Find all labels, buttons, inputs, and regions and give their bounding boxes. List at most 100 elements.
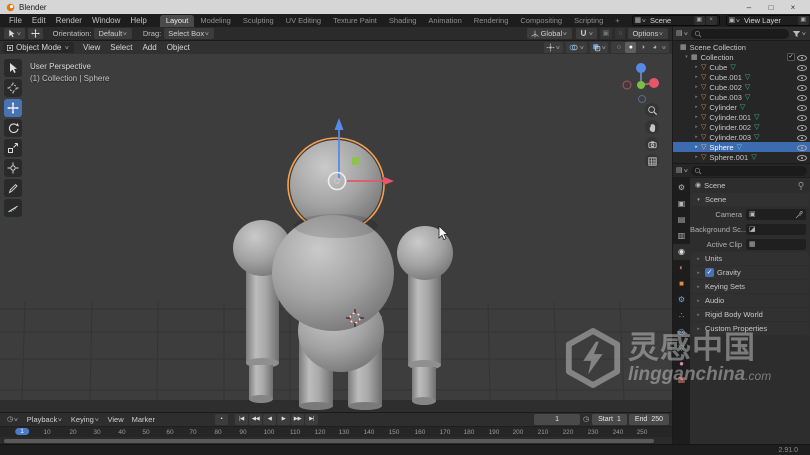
proportional-edit-button[interactable]: ○ [615, 28, 626, 39]
pin-icon[interactable] [797, 181, 805, 191]
outliner-row-cylinder[interactable]: ▸ ▽ Cylinder ▽ [673, 102, 810, 112]
properties-tab-texture[interactable]: ▦ [673, 372, 690, 388]
workspace-tab-modeling[interactable]: Modeling [194, 15, 236, 27]
outliner-row-cylinder-002[interactable]: ▸ ▽ Cylinder.002 ▽ [673, 122, 810, 132]
properties-tab-physics[interactable]: ◎ [673, 324, 690, 340]
jump-to-start-button[interactable]: |◀ [234, 414, 248, 425]
collection-checkbox[interactable]: ✓ [787, 53, 795, 61]
disclosure-triangle-icon[interactable]: ▸ [693, 134, 700, 140]
properties-tab-tool[interactable]: ⚙ [673, 180, 690, 196]
move-tool-button[interactable] [27, 28, 43, 39]
axis-z-handle[interactable] [636, 63, 646, 73]
tool-cursor[interactable] [4, 79, 22, 97]
wireframe-shading-button[interactable]: ○ [613, 42, 624, 53]
scrollbar-thumb[interactable] [4, 438, 654, 443]
close-button[interactable]: × [782, 3, 804, 12]
panel-audio[interactable]: ▸ Audio [691, 294, 809, 307]
tool-scale[interactable] [4, 139, 22, 157]
outliner-search-input[interactable] [691, 28, 790, 39]
properties-tab-scene[interactable]: ◉ [673, 244, 690, 260]
outliner-row-collection[interactable]: ▾ ▦ Collection ✓ [673, 52, 810, 62]
outliner-display-mode-button[interactable]: ▤ ∨ [676, 30, 688, 37]
disclosure-triangle-icon[interactable]: ▸ [693, 94, 700, 100]
outliner-row-cylinder-001[interactable]: ▸ ▽ Cylinder.001 ▽ [673, 112, 810, 122]
properties-tab-render[interactable]: ▣ [673, 196, 690, 212]
workspace-tab-animation[interactable]: Animation [422, 15, 467, 27]
camera-view-button[interactable] [645, 137, 659, 151]
menu-render[interactable]: Render [51, 16, 87, 25]
tool-measure[interactable] [4, 199, 22, 217]
gizmos-toggle-button[interactable]: ∨ [544, 42, 563, 53]
xray-toggle-button[interactable]: ∨ [589, 42, 609, 53]
navigation-gizmo[interactable] [620, 58, 662, 104]
workspace-tab-uv-editing[interactable]: UV Editing [280, 15, 327, 27]
editor-type-icon[interactable]: ▤ [676, 167, 683, 174]
outliner-row-cylinder-003[interactable]: ▸ ▽ Cylinder.003 ▽ [673, 132, 810, 142]
disclosure-triangle-icon[interactable]: ▸ [693, 74, 700, 80]
axis-x-handle[interactable] [649, 78, 659, 88]
menu-window[interactable]: Window [87, 16, 125, 25]
menu-object[interactable]: Object [162, 43, 195, 52]
jump-to-end-button[interactable]: ▶| [304, 414, 318, 425]
menu-view[interactable]: View [78, 43, 105, 52]
properties-tab-object-data[interactable]: ▽ [673, 340, 690, 356]
menu-marker[interactable]: Marker [128, 415, 159, 424]
eye-icon[interactable] [797, 103, 807, 112]
properties-search-input[interactable] [691, 165, 807, 176]
tool-rotate[interactable] [4, 119, 22, 137]
scene-canvas[interactable] [0, 54, 672, 412]
menu-playback[interactable]: Playback ∨ [23, 415, 67, 424]
timeline-ruler[interactable]: 1 10 20 30 40 50 60 70 80 90 100 110 120… [0, 426, 672, 437]
zoom-button[interactable] [645, 103, 659, 117]
material-preview-button[interactable]: ◑ [637, 42, 648, 53]
outliner-row-sphere-selected[interactable]: ▸ ▽ Sphere ▽ [673, 142, 810, 152]
panel-keying-sets[interactable]: ▸ Keying Sets [691, 280, 809, 293]
gravity-checkbox[interactable]: ✓ [705, 268, 714, 277]
background-scene-input[interactable]: ◪ [746, 224, 806, 235]
menu-add[interactable]: Add [137, 43, 161, 52]
eye-icon[interactable] [797, 143, 807, 152]
timeline-editor-type-button[interactable]: ◷ ∨ [3, 416, 23, 423]
play-button[interactable]: ▶ [276, 414, 290, 425]
properties-tab-world[interactable]: ◐ [673, 260, 690, 276]
menu-keying[interactable]: Keying ∨ [67, 415, 104, 424]
outliner-row-cube-003[interactable]: ▸ ▽ Cube.003 ▽ [673, 92, 810, 102]
robot-hand-right[interactable] [412, 367, 436, 401]
eye-icon[interactable] [797, 113, 807, 122]
start-frame-field[interactable]: Start 1 [592, 414, 627, 425]
remove-scene-button[interactable]: × [705, 16, 717, 25]
eyedropper-icon[interactable] [795, 210, 803, 219]
menu-select[interactable]: Select [105, 43, 137, 52]
disclosure-triangle-icon[interactable]: ▾ [683, 54, 690, 60]
auto-keying-button[interactable]: ▪ [214, 414, 228, 425]
panel-scene[interactable]: ▾ Scene [691, 193, 809, 206]
panel-rigid-body-world[interactable]: ▸ Rigid Body World [691, 308, 809, 321]
workspace-tab-sculpting[interactable]: Sculpting [237, 15, 280, 27]
menu-help[interactable]: Help [125, 16, 151, 25]
properties-tab-modifiers[interactable]: ⚙ [673, 292, 690, 308]
eye-icon[interactable] [797, 123, 807, 132]
properties-tab-output[interactable]: ▤ [673, 212, 690, 228]
overlays-toggle-button[interactable]: ∨ [565, 42, 587, 53]
disclosure-triangle-icon[interactable]: ▸ [693, 144, 700, 150]
new-scene-button[interactable]: ▣ [693, 16, 705, 25]
outliner-row-cube[interactable]: ▸ ▽ Cube ▽ [673, 62, 810, 72]
rendered-shading-button[interactable]: ◕ [649, 42, 660, 53]
outliner-filter-button[interactable]: ∨ [792, 30, 807, 38]
active-tool-button[interactable]: ∨ [4, 28, 25, 39]
properties-tab-view-layer[interactable]: ▥ [673, 228, 690, 244]
current-frame-field[interactable]: 1 [534, 414, 581, 425]
end-frame-field[interactable]: End 250 [628, 414, 669, 425]
properties-tab-material[interactable]: ● [673, 356, 690, 372]
snap-magnet-button[interactable]: ∨ [575, 28, 597, 39]
preview-range-clock-icon[interactable]: ◷ [583, 416, 589, 423]
workspace-tab-compositing[interactable]: Compositing [514, 15, 568, 27]
orientation-dropdown[interactable]: Default ∨ [94, 28, 132, 39]
workspace-tab-layout[interactable]: Layout [159, 14, 195, 27]
axis-neg-x-handle[interactable] [622, 80, 632, 90]
disclosure-triangle-icon[interactable]: ▸ [693, 104, 700, 110]
outliner-row-cube-001[interactable]: ▸ ▽ Cube.001 ▽ [673, 72, 810, 82]
workspace-tab-texture-paint[interactable]: Texture Paint [327, 15, 383, 27]
outliner-row-scene-collection[interactable]: ▦ Scene Collection [673, 42, 810, 52]
outliner-row-sphere-001[interactable]: ▸ ▽ Sphere.001 ▽ [673, 152, 810, 162]
